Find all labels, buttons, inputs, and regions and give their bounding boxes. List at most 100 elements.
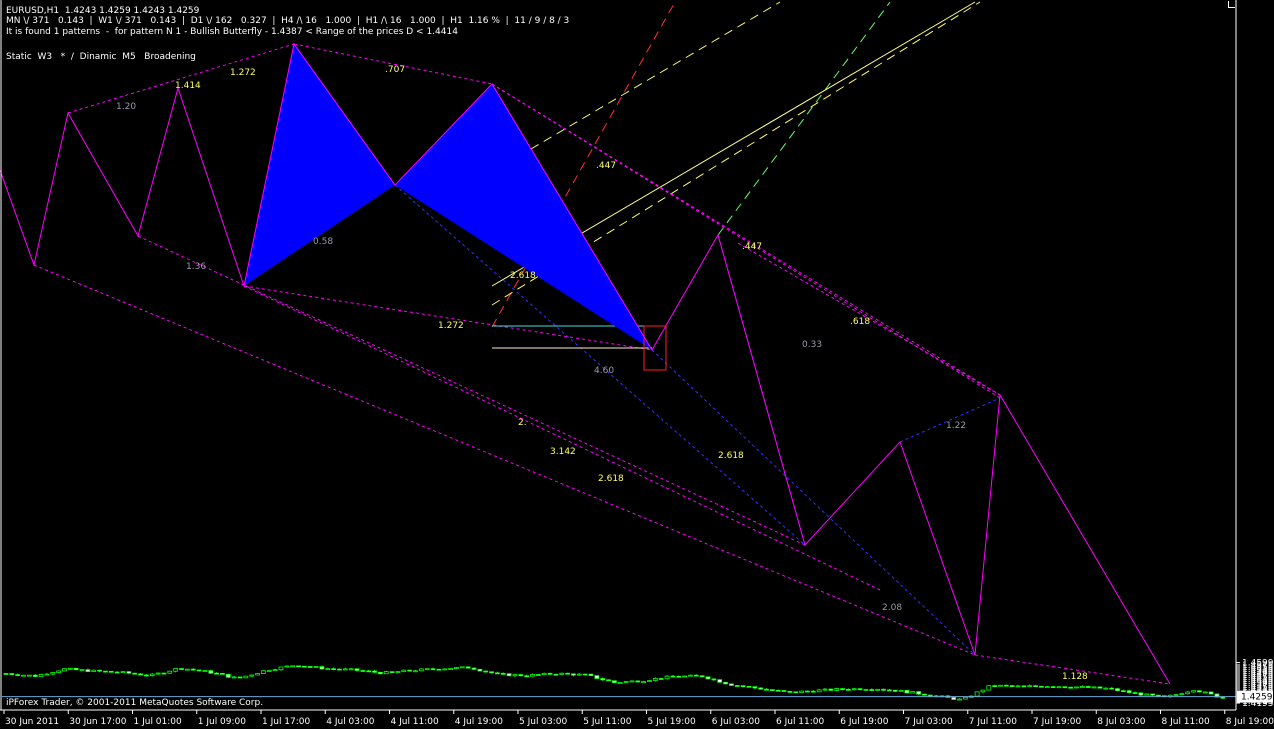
candle-body xyxy=(1103,687,1109,690)
candle-body xyxy=(1003,684,1009,687)
candle-body xyxy=(196,669,202,672)
candle-body xyxy=(892,689,898,692)
x-tick-label: 5 Jul 19:00 xyxy=(648,717,697,727)
candle-body xyxy=(1074,686,1079,689)
candle-body xyxy=(846,688,851,691)
candle-body xyxy=(126,671,132,674)
candle-body xyxy=(1144,693,1150,696)
fibo-ratio-label: 1.36 xyxy=(186,262,206,272)
fibo-ratio-label: 1.414 xyxy=(175,81,201,91)
candle-body xyxy=(494,672,500,675)
x-tick-label: 6 Jul 03:00 xyxy=(712,717,761,727)
x-tick-label: 7 Jul 03:00 xyxy=(905,717,954,727)
candle-body xyxy=(85,669,91,672)
candle-body xyxy=(161,672,167,675)
candle-body xyxy=(91,669,97,672)
candle-body xyxy=(413,670,418,673)
candle-body xyxy=(676,675,682,678)
fibo-ratio-label: 2.618 xyxy=(718,451,744,461)
candle-body xyxy=(103,670,108,673)
candle-body xyxy=(44,673,50,676)
indicator-mode-line: Static W3 * / Dinamic M5 Broadening xyxy=(6,52,196,62)
x-tick-label: 8 Jul 11:00 xyxy=(1162,717,1211,727)
corner-marker-icon xyxy=(1228,1,1235,8)
candle-body xyxy=(56,670,62,673)
fibo-ratio-label: 4.60 xyxy=(594,366,614,376)
candle-body xyxy=(758,687,764,690)
candle-body xyxy=(255,673,260,676)
candle-body xyxy=(32,674,38,677)
x-tick-label: 8 Jul 19:00 xyxy=(1226,717,1274,727)
candle-body xyxy=(67,667,73,670)
candle-body xyxy=(863,689,869,691)
candle-body xyxy=(26,674,32,677)
candle-body xyxy=(787,691,793,693)
x-tick-label: 4 Jul 03:00 xyxy=(326,717,375,727)
candle-body xyxy=(512,674,518,677)
candle-body xyxy=(1062,686,1068,689)
candle-body xyxy=(225,673,231,678)
candle-body xyxy=(471,667,477,670)
fibo-ratio-label: 2.08 xyxy=(882,603,902,613)
x-tick-label: 4 Jul 19:00 xyxy=(455,717,504,727)
fibo-ratio-label: .447 xyxy=(596,161,616,171)
candle-body xyxy=(723,681,728,685)
copyright-text: iPForex Trader, © 2001-2011 MetaQuotes S… xyxy=(6,698,264,708)
fibo-ratio-label: 1.272 xyxy=(230,68,256,78)
candle-body xyxy=(465,666,471,669)
symbol-quote-line: EURUSD,H1 1.4243 1.4259 1.4243 1.4259 xyxy=(6,6,200,16)
candle-body xyxy=(641,681,647,683)
candle-body xyxy=(21,674,26,677)
candle-body xyxy=(184,668,190,671)
fibo-ratio-label: 2.618 xyxy=(510,271,536,281)
candle-body xyxy=(9,673,15,675)
candle-body xyxy=(214,672,220,675)
candle-body xyxy=(822,688,828,691)
candle-body xyxy=(1068,686,1074,689)
candle-body xyxy=(284,665,290,668)
candle-body xyxy=(693,674,699,677)
candle-body xyxy=(535,674,541,676)
x-tick-label: 30 Jun 17:00 xyxy=(69,717,126,727)
candle-body xyxy=(963,696,968,700)
trend-line xyxy=(651,349,976,656)
candle-body xyxy=(916,691,921,695)
candle-body xyxy=(15,674,21,676)
candle-body xyxy=(1138,692,1144,696)
candle-body xyxy=(173,668,179,672)
candle-body xyxy=(1021,685,1027,688)
candle-body xyxy=(752,686,758,689)
candle-body xyxy=(1056,686,1062,689)
candle-body xyxy=(1015,685,1021,688)
candle-body xyxy=(582,673,588,676)
candle-body xyxy=(243,675,249,679)
candle-body xyxy=(260,670,266,674)
candle-body xyxy=(588,673,594,676)
trend-line xyxy=(33,264,976,656)
candle-body xyxy=(576,673,582,676)
x-tick-label: 6 Jul 19:00 xyxy=(840,717,889,727)
candle-body xyxy=(459,666,465,669)
candle-body xyxy=(1050,686,1056,688)
candle-body xyxy=(506,673,512,677)
candle-body xyxy=(1132,692,1138,694)
candle-body xyxy=(325,668,331,671)
candle-body xyxy=(1009,685,1015,687)
candle-body xyxy=(775,689,781,692)
candle-body xyxy=(898,689,904,692)
candle-body xyxy=(272,669,278,672)
candle-body xyxy=(372,670,377,673)
candle-body xyxy=(442,668,448,671)
candle-body xyxy=(816,689,822,693)
candle-body xyxy=(688,674,693,677)
x-tick-label: 5 Jul 11:00 xyxy=(583,717,632,727)
candle-body xyxy=(231,676,237,679)
candle-body xyxy=(342,668,348,671)
candle-body xyxy=(500,672,506,675)
price-chart[interactable]: 1.20 1.414 1.272 .707 1.36 0.58 2.618 .447 .447 1… xyxy=(0,0,1274,729)
candle-body xyxy=(348,668,354,671)
candle-body xyxy=(869,689,875,691)
candle-body xyxy=(781,690,787,692)
candle-body xyxy=(337,668,342,671)
candle-body xyxy=(237,676,243,679)
